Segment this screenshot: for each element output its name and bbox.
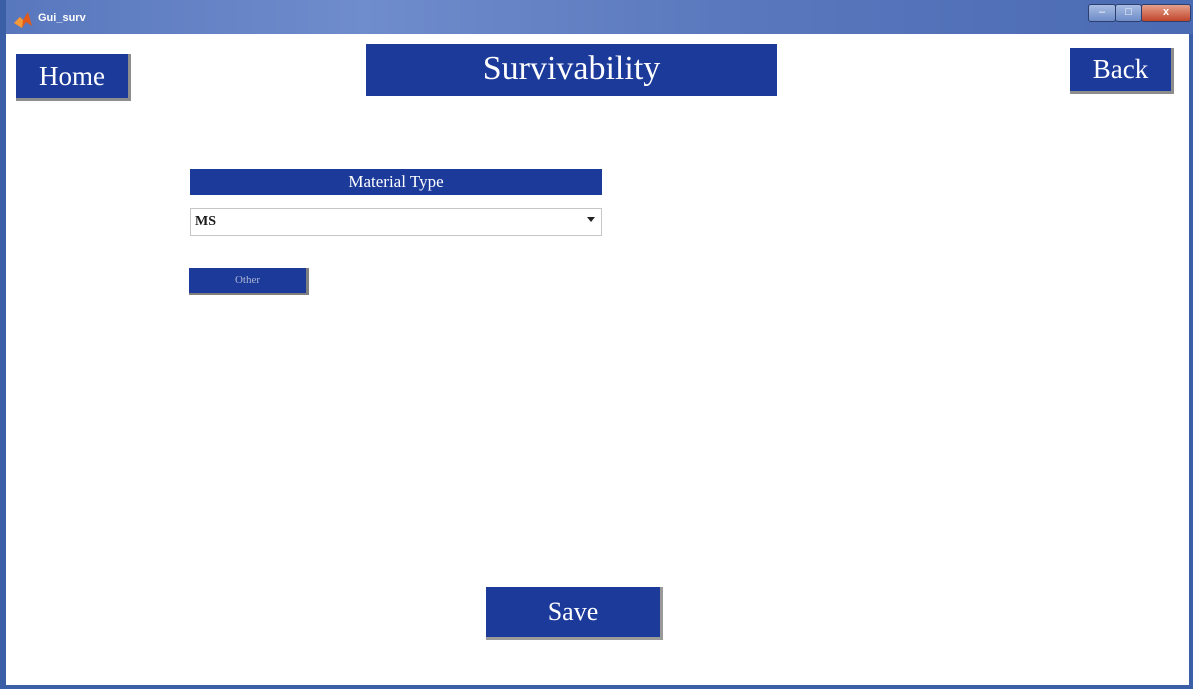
close-button[interactable]: x [1141,4,1191,22]
matlab-icon [14,12,32,28]
material-type-value: MS [195,214,216,229]
material-type-dropdown[interactable]: MS [190,208,602,236]
page-title: Survivability [366,44,777,96]
window-title: Gui_surv [38,12,86,24]
minimize-button[interactable]: – [1088,4,1116,22]
title-bar[interactable]: Gui_surv – □ x [6,0,1193,34]
home-button[interactable]: Home [16,54,131,101]
app-window: Gui_surv – □ x Home Survivability Back M… [0,0,1193,689]
back-button[interactable]: Back [1070,48,1174,94]
other-button[interactable]: Other [189,268,309,295]
material-type-label: Material Type [190,169,602,195]
maximize-button[interactable]: □ [1115,4,1142,22]
save-button[interactable]: Save [486,587,663,640]
chevron-down-icon[interactable] [587,217,595,222]
